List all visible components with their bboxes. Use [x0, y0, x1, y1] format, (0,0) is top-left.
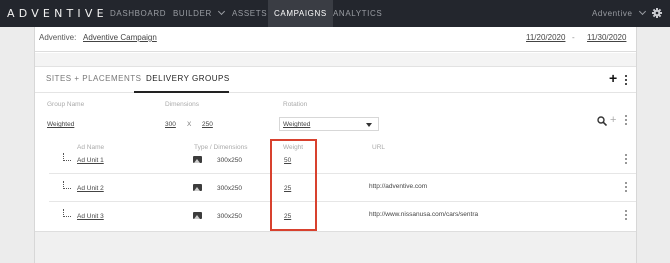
- panel-footer: [35, 231, 636, 263]
- tree-connector: [63, 209, 71, 217]
- nav-builder[interactable]: BUILDER: [173, 0, 225, 27]
- advertiser-bar: Adventive: Adventive Campaign 11/20/2020…: [35, 27, 636, 52]
- group-height[interactable]: 250: [202, 121, 213, 128]
- nav-builder-label: BUILDER: [173, 9, 212, 18]
- nav-dashboard[interactable]: DASHBOARD: [110, 0, 166, 27]
- date-separator: -: [572, 33, 575, 42]
- row-more-icon[interactable]: [625, 182, 627, 192]
- top-nav: ADVENTIVE DASHBOARD BUILDER ASSETS CAMPA…: [0, 0, 670, 27]
- header-type-dimensions: Type / Dimensions: [194, 144, 248, 151]
- ad-unit-url: http://adventive.com: [369, 183, 428, 190]
- user-menu[interactable]: Adventive: [592, 0, 646, 27]
- weight-highlight-box: [270, 139, 317, 231]
- tab-delivery-groups[interactable]: DELIVERY GROUPS: [146, 74, 230, 83]
- section-divider: [35, 53, 636, 67]
- content-panel: Adventive: Adventive Campaign 11/20/2020…: [34, 27, 637, 263]
- add-button[interactable]: +: [609, 71, 617, 85]
- image-icon: [193, 212, 202, 219]
- advertiser-label: Adventive:: [39, 33, 77, 42]
- end-date[interactable]: 11/30/2020: [587, 33, 626, 42]
- ad-unit-url: http://www.nissanusa.com/cars/sentra: [369, 211, 479, 218]
- chevron-down-icon: [217, 7, 225, 16]
- active-tab-indicator: [134, 91, 229, 93]
- row-more-icon[interactable]: [625, 210, 627, 220]
- ad-unit-dimensions: 300x250: [217, 213, 242, 220]
- row-divider: [49, 173, 636, 174]
- more-options-icon[interactable]: [625, 75, 627, 85]
- image-icon: [193, 184, 202, 191]
- tab-sites-placements[interactable]: SITES + PLACEMENTS: [46, 74, 141, 83]
- header-url: URL: [372, 144, 386, 151]
- user-name: Adventive: [592, 9, 633, 18]
- tree-connector: [63, 181, 71, 189]
- header-dimensions: Dimensions: [165, 101, 199, 108]
- row-divider: [49, 201, 636, 202]
- header-rotation: Rotation: [283, 101, 308, 108]
- search-icon[interactable]: [597, 116, 607, 126]
- gear-icon[interactable]: [652, 8, 662, 18]
- tabs-divider: [35, 92, 636, 93]
- ad-unit-name[interactable]: Ad Unit 3: [77, 213, 104, 220]
- add-unit-icon[interactable]: +: [610, 114, 616, 126]
- rotation-select[interactable]: Weighted: [279, 117, 379, 131]
- caret-down-icon: [366, 123, 372, 127]
- group-name-link[interactable]: Weighted: [47, 121, 74, 128]
- nav-analytics[interactable]: ANALYTICS: [333, 0, 382, 27]
- nav-assets[interactable]: ASSETS: [232, 0, 267, 27]
- campaign-link[interactable]: Adventive Campaign: [83, 33, 157, 42]
- image-icon: [193, 156, 202, 163]
- ad-unit-dimensions: 300x250: [217, 157, 242, 164]
- dimension-x: X: [187, 121, 192, 128]
- start-date[interactable]: 11/20/2020: [526, 33, 565, 42]
- tree-connector: [63, 153, 71, 161]
- rotation-value: Weighted: [283, 121, 311, 128]
- row-more-icon[interactable]: [625, 154, 627, 164]
- nav-campaigns[interactable]: CAMPAIGNS: [268, 0, 333, 27]
- ad-unit-name[interactable]: Ad Unit 2: [77, 185, 104, 192]
- ad-unit-name[interactable]: Ad Unit 1: [77, 157, 104, 164]
- group-width[interactable]: 300: [165, 121, 176, 128]
- chevron-down-icon: [638, 7, 646, 16]
- group-more-icon[interactable]: [625, 115, 627, 125]
- header-group-name: Group Name: [47, 101, 85, 108]
- ad-unit-dimensions: 300x250: [217, 185, 242, 192]
- header-ad-name: Ad Name: [77, 144, 105, 151]
- brand-logo[interactable]: ADVENTIVE: [7, 7, 108, 20]
